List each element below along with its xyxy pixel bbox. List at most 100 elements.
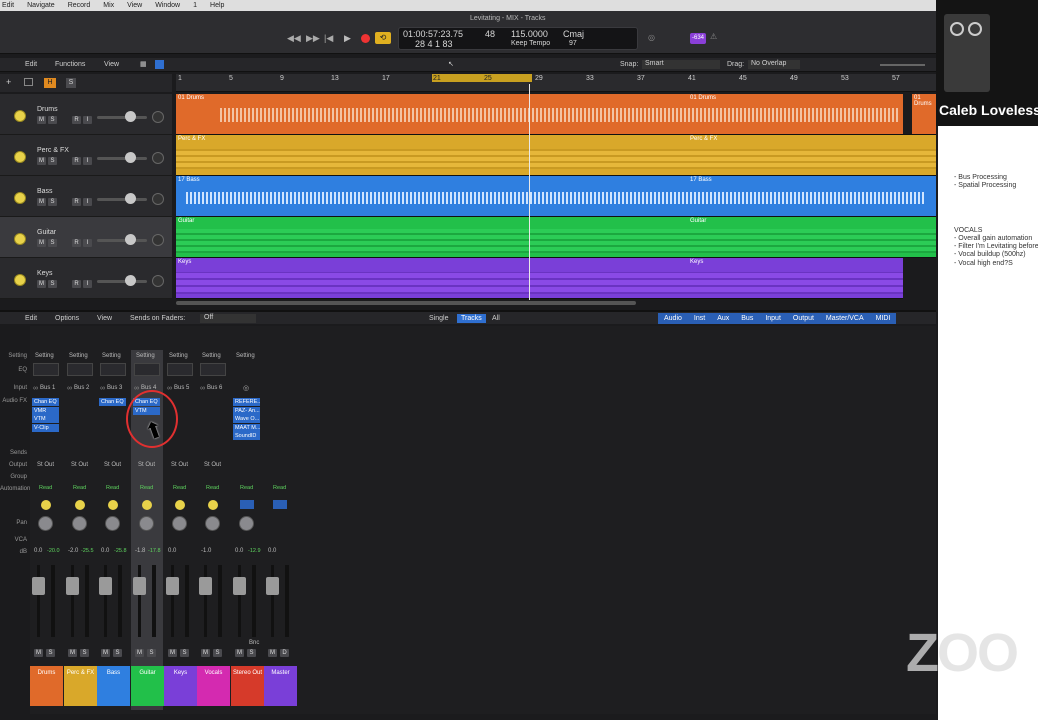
menu-mix[interactable]: Mix: [103, 2, 114, 9]
solo-button[interactable]: S: [48, 116, 57, 124]
cycle-region[interactable]: [432, 74, 532, 82]
record-arm-button[interactable]: R: [72, 198, 81, 206]
solo-button[interactable]: S: [180, 649, 189, 657]
automation-mode[interactable]: Read: [73, 485, 86, 491]
fader-handle[interactable]: [32, 577, 45, 595]
input-slot[interactable]: Bus 3: [107, 385, 122, 391]
play-button[interactable]: ▶: [344, 33, 351, 44]
pan-knob[interactable]: [152, 275, 164, 287]
all-button[interactable]: All: [492, 315, 500, 322]
grid-view-icon[interactable]: ▦: [140, 60, 147, 68]
horizontal-scrollbar[interactable]: [176, 301, 636, 305]
channel-strip[interactable]: Setting Bus 3 ∞ Chan EQ St Out Read 0.0 -25.8 M S…: [97, 350, 130, 710]
tracks-edit-menu[interactable]: Edit: [25, 61, 37, 68]
input-slot[interactable]: Bus 2: [74, 385, 89, 391]
input-monitor-button[interactable]: I: [83, 239, 92, 247]
eq-thumbnail[interactable]: [33, 363, 59, 376]
pan-knob[interactable]: [152, 234, 164, 246]
menu-1[interactable]: 1: [193, 2, 197, 9]
zoom-slider[interactable]: [880, 64, 925, 66]
solo-button[interactable]: S: [80, 649, 89, 657]
fader-handle[interactable]: [266, 577, 279, 595]
track-power-icon[interactable]: [14, 274, 26, 286]
sends-select[interactable]: Off: [200, 314, 256, 323]
drag-select[interactable]: No Overlap: [748, 60, 800, 69]
record-button[interactable]: [361, 34, 370, 43]
channel-strip[interactable]: Read 0.0 M D Master: [264, 350, 297, 710]
automation-mode[interactable]: Read: [140, 485, 153, 491]
single-button[interactable]: Single: [429, 315, 448, 322]
plugin-slot[interactable]: V-Clip: [32, 423, 59, 432]
eq-thumbnail[interactable]: [200, 363, 226, 376]
volume-fader[interactable]: [71, 565, 74, 637]
pan-knob[interactable]: [139, 516, 154, 531]
channel-name[interactable]: Keys: [164, 666, 197, 706]
filter-aux[interactable]: Aux: [717, 315, 729, 322]
volume-slider-handle[interactable]: [125, 193, 136, 204]
list-view-icon[interactable]: [155, 60, 164, 69]
setting-button[interactable]: Setting: [35, 353, 54, 359]
pan-knob[interactable]: [172, 516, 187, 531]
volume-fader[interactable]: [37, 565, 40, 637]
menu-view[interactable]: View: [127, 2, 142, 9]
channel-name[interactable]: Master: [264, 666, 297, 706]
menu-window[interactable]: Window: [155, 2, 180, 9]
fader-handle[interactable]: [66, 577, 79, 595]
solo-button[interactable]: S: [48, 198, 57, 206]
channel-strip[interactable]: Setting Bus 1 ∞ Chan EQ VMR VTM V-Clip St Out Re…: [30, 350, 63, 710]
region-drums[interactable]: 01 Drums 01 Drums 01 Drums: [176, 94, 936, 135]
track-power-icon[interactable]: [14, 233, 26, 245]
timeline-ruler[interactable]: 1 5 9 13 17 21 25 29 33 37 41 45 49 53 5…: [176, 74, 936, 92]
record-arm-button[interactable]: R: [72, 116, 81, 124]
playhead[interactable]: [529, 84, 530, 300]
track-header-keys[interactable]: Keys M S R I: [0, 258, 172, 299]
plugin-slot[interactable]: Chan EQ: [99, 398, 126, 406]
mixer-options-menu[interactable]: Options: [55, 315, 79, 322]
dim-button[interactable]: D: [280, 649, 289, 657]
plugin-slot[interactable]: PAZ- An...: [233, 406, 260, 415]
record-arm-button[interactable]: R: [72, 239, 81, 247]
menu-navigate[interactable]: Navigate: [27, 2, 55, 9]
filter-bus[interactable]: Bus: [741, 315, 753, 322]
track-power-icon[interactable]: [14, 151, 26, 163]
fader-handle[interactable]: [133, 577, 146, 595]
volume-slider-handle[interactable]: [125, 152, 136, 163]
volume-db[interactable]: 0.0: [168, 548, 176, 554]
region-keys[interactable]: Keys Keys: [176, 258, 903, 299]
output-slot[interactable]: St Out: [37, 462, 54, 468]
solo-button[interactable]: S: [113, 649, 122, 657]
channel-name[interactable]: Perc & FX: [64, 666, 97, 706]
filter-output[interactable]: Output: [793, 315, 814, 322]
volume-slider-handle[interactable]: [125, 111, 136, 122]
fader-handle[interactable]: [99, 577, 112, 595]
filter-midi[interactable]: MIDI: [876, 315, 891, 322]
volume-db[interactable]: -1.8: [135, 548, 145, 554]
input-slot[interactable]: Bus 1: [40, 385, 55, 391]
mute-button[interactable]: M: [268, 649, 277, 657]
setting-button[interactable]: Setting: [236, 353, 255, 359]
eq-thumbnail[interactable]: [167, 363, 193, 376]
automation-mode[interactable]: Read: [173, 485, 186, 491]
mute-button[interactable]: M: [37, 157, 46, 165]
volume-slider[interactable]: [97, 157, 147, 160]
plugin-slot[interactable]: Wave O...: [233, 415, 260, 423]
bounce-button[interactable]: Bnc: [249, 640, 259, 646]
output-slot[interactable]: St Out: [104, 462, 121, 468]
region-perc[interactable]: Perc & FX Perc & FX: [176, 135, 936, 176]
track-header-perc[interactable]: Perc & FX M S R I: [0, 135, 172, 176]
snap-select[interactable]: Smart: [642, 60, 720, 69]
mute-button[interactable]: M: [34, 649, 43, 657]
setting-button[interactable]: Setting: [69, 353, 88, 359]
pan-knob[interactable]: [152, 152, 164, 164]
channel-power-icon[interactable]: [208, 500, 218, 510]
volume-fader[interactable]: [204, 565, 207, 637]
rewind-button[interactable]: ◀◀: [287, 33, 301, 44]
solo-button[interactable]: S: [147, 649, 156, 657]
filter-audio[interactable]: Audio: [664, 315, 682, 322]
mute-button[interactable]: M: [101, 649, 110, 657]
automation-mode[interactable]: Read: [39, 485, 52, 491]
plugin-slot[interactable]: SoundID: [233, 432, 260, 440]
channel-power-icon[interactable]: [142, 500, 152, 510]
mute-button[interactable]: M: [37, 198, 46, 206]
region-guitar[interactable]: Guitar Guitar: [176, 217, 936, 258]
